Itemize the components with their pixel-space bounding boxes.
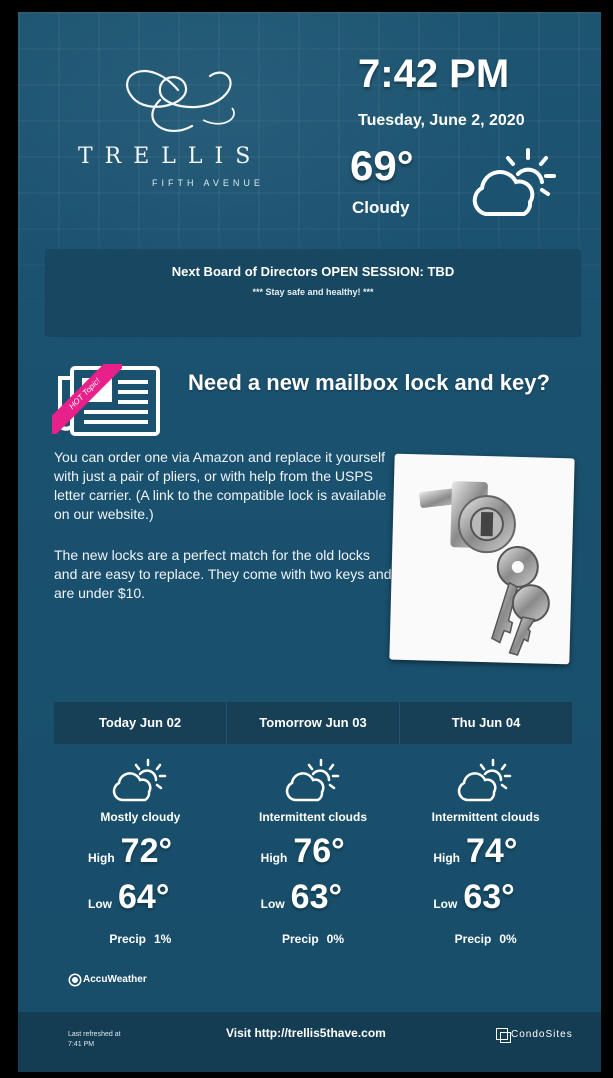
low-value: 64° [118,878,170,916]
high-value: 76° [293,832,345,870]
logo-swirl-icon [126,70,235,132]
low-label: Low [260,897,285,911]
display-frame: TRELLIS FIFTH AVENUE 7:42 PM Tuesday, Ju… [0,0,613,1078]
condosites-label: CondoSites [511,1028,573,1040]
high-value: 74° [466,832,518,870]
forecast-low: Low 63° [433,878,514,917]
announcement-panel: Next Board of Directors OPEN SESSION: TB… [46,250,580,336]
accuweather-icon [70,974,80,985]
forecast-panel: Today Jun 02 Tomorrow Jun 03 Thu Jun 04 [54,702,572,994]
intermittent-clouds-icon [458,758,512,802]
high-value: 72° [120,832,173,870]
announcement-subtitle: *** Stay safe and healthy! *** [252,287,374,297]
precip-label: Precip [281,932,319,946]
forecast-high: High 76° [261,832,345,871]
intermittent-clouds-icon [285,758,339,802]
forecast-precip: Precip 0% [399,932,572,946]
forecast-precip: Precip 0% [227,932,400,946]
forecast-header: Today Jun 02 Tomorrow Jun 03 Thu Jun 04 [54,702,572,744]
accuweather-label: AccuWeather [83,974,147,985]
forecast-description: Intermittent clouds [431,810,540,824]
low-label: Low [88,897,112,911]
forecast-day-label: Tomorrow Jun 03 [227,702,400,744]
announcement-title: Next Board of Directors OPEN SESSION: TB… [171,264,455,279]
current-condition: Cloudy [352,198,410,217]
signage-screen: TRELLIS FIFTH AVENUE 7:42 PM Tuesday, Ju… [18,12,601,1072]
refresh-time: 7:41 PM [68,1041,95,1048]
hot-topic-label: HOT Topic! [52,364,122,434]
high-label: High [260,851,288,865]
article-paragraph-1: You can order one via Amazon and replace… [54,449,387,522]
lock-and-key-image [419,481,550,656]
forecast-high: High 72° [88,832,172,871]
condosites-icon [496,1028,511,1043]
forecast-low: Low 64° [88,878,169,917]
forecast-day-tomorrow: Intermittent clouds High 76° Low 63° Preci… [227,744,400,994]
website-link[interactable]: Visit http://trellis5thave.com [226,1026,386,1040]
mailbox-lock-photo [389,453,575,665]
forecast-precip: Precip 1% [54,932,227,946]
forecast-low: Low 63° [261,878,342,917]
precip-value: 1% [154,932,172,946]
refresh-label: Last refreshed at [68,1031,121,1038]
forecast-description: Mostly cloudy [100,810,181,824]
low-value: 63° [290,878,343,916]
low-label: Low [433,897,458,911]
article-paragraph-2: The new locks are a perfect match for th… [54,547,392,601]
current-time: 7:42 PM [358,52,510,96]
high-label: High [433,851,461,865]
logo-subtitle: FIFTH AVENUE [152,178,264,188]
partly-cloudy-icon [472,148,556,216]
forecast-day-label: Thu Jun 04 [451,715,521,730]
current-temperature: 69° [350,142,414,189]
article-title: Need a new mailbox lock and key? [188,370,550,395]
last-refreshed: Last refreshed at 7:41 PM [68,1030,121,1050]
forecast-day-today: Mostly cloudy High 72° Low 64° Precip 1% [54,744,227,994]
footer-bar: Last refreshed at 7:41 PM Visit http://t… [18,1012,601,1072]
low-value: 63° [463,878,515,916]
precip-value: 0% [326,932,345,946]
trellis-logo: TRELLIS FIFTH AVENUE [78,60,298,200]
forecast-description: Intermittent clouds [259,810,368,824]
precip-value: 0% [499,932,517,946]
forecast-day-thursday: Intermittent clouds High 74° Low 63° Preci… [399,744,572,994]
precip-label: Precip [454,932,492,946]
accuweather-logo: AccuWeather [70,974,147,985]
forecast-high: High 74° [433,832,517,871]
forecast-day-label: Today Jun 02 [54,702,227,744]
current-date: Tuesday, June 2, 2020 [358,112,525,129]
hot-topic-badge: HOT Topic! [52,364,122,434]
high-label: High [88,851,115,865]
logo-name: TRELLIS [78,144,263,169]
precip-label: Precip [109,932,146,946]
mostly-cloudy-icon [112,758,167,802]
condosites-logo: CondoSites [496,1028,573,1043]
